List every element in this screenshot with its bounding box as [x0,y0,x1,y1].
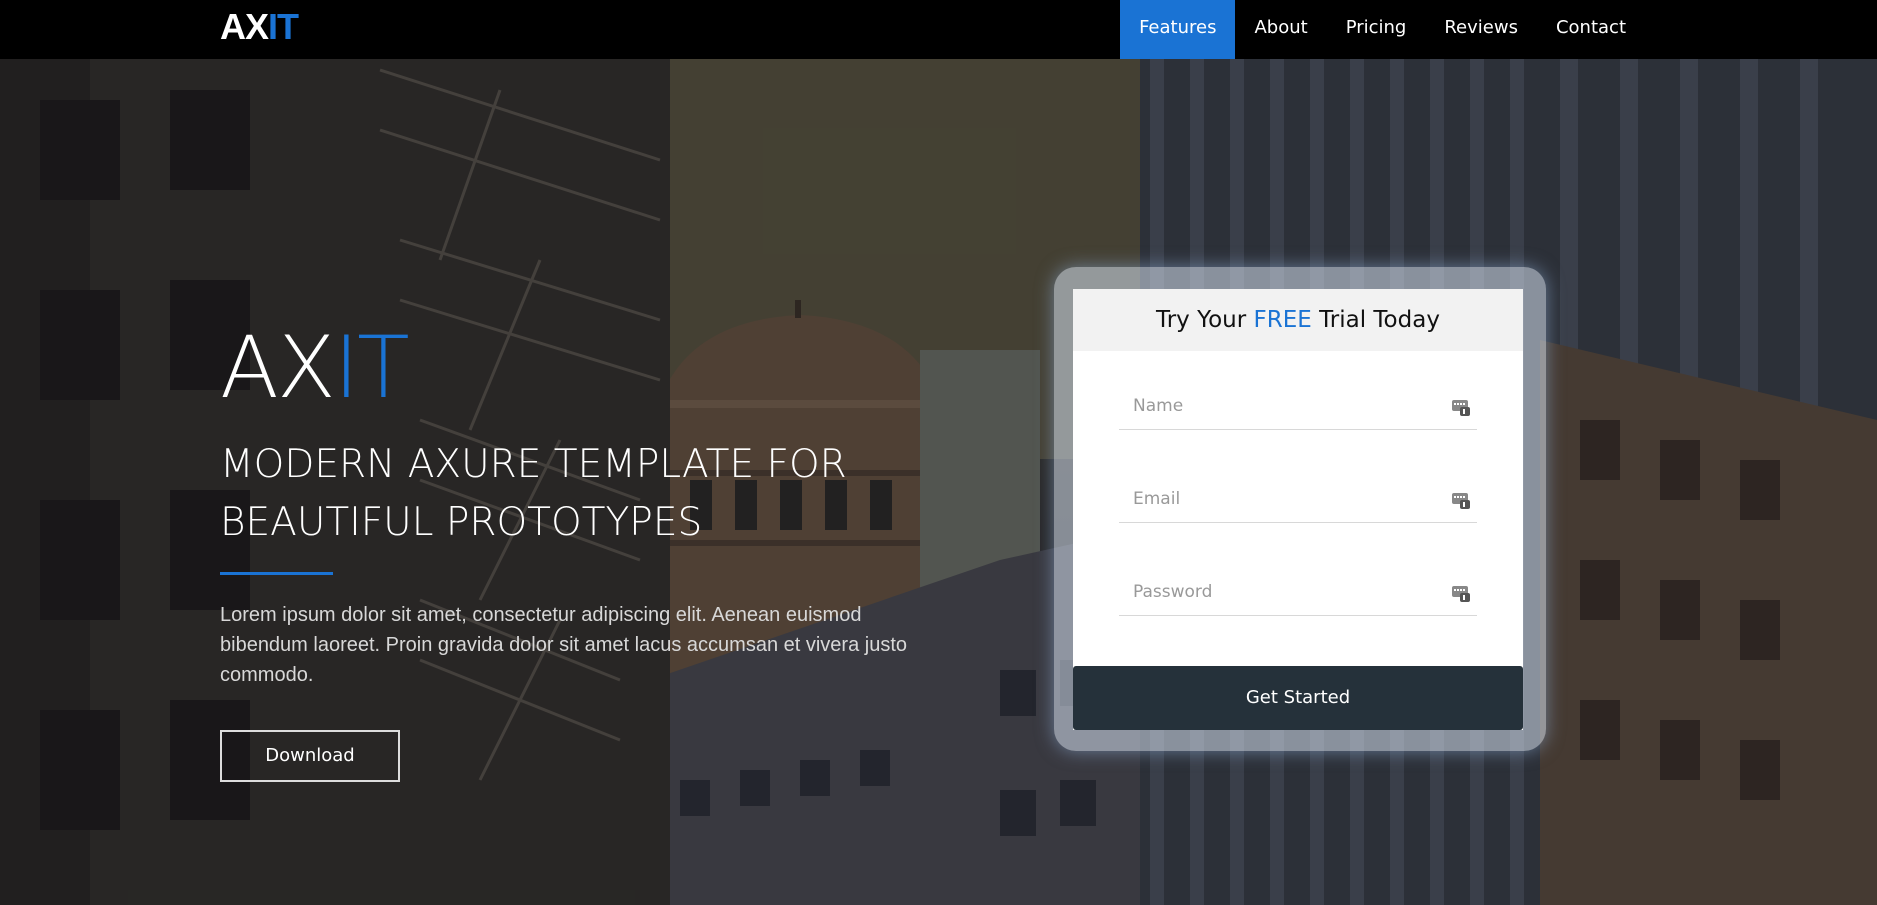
email-input[interactable] [1119,478,1433,520]
hero-title-line-1: MODERN AXURE TEMPLATE FOR [220,442,847,487]
email-field [1119,478,1477,523]
password-input[interactable] [1119,571,1433,613]
nav-item-features[interactable]: Features [1120,0,1236,59]
nav-item-contact[interactable]: Contact [1537,0,1645,59]
trial-form-title-prefix: Try Your [1156,307,1254,333]
brand-logo-accent: IT [268,6,299,47]
name-input[interactable] [1119,385,1433,427]
autofill-key-icon[interactable] [1451,397,1471,417]
hero-description: Lorem ipsum dolor sit amet, consectetur … [220,604,908,686]
nav-item-pricing[interactable]: Pricing [1327,0,1426,59]
autofill-key-icon[interactable] [1451,490,1471,510]
hero-divider [220,572,333,575]
hero-logo-accent: IT [333,318,410,418]
get-started-button[interactable]: Get Started [1073,666,1523,730]
nav-item-reviews[interactable]: Reviews [1425,0,1537,59]
top-navbar: AXIT Features About Pricing Reviews Cont… [0,0,1877,59]
nav-item-about[interactable]: About [1235,0,1326,59]
hero-logo: AXIT [220,318,410,418]
trial-form-card: Try Your FREE Trial Today Get Started [1073,289,1523,730]
autofill-key-icon[interactable] [1451,583,1471,603]
brand-logo[interactable]: AXIT [220,6,299,48]
hero-title-line-2: BEAUTIFUL PROTOTYPES [220,500,703,545]
hero-logo-main: AX [220,318,336,418]
name-field [1119,385,1477,430]
hero-title: MODERN AXURE TEMPLATE FOR BEAUTIFUL PROT… [220,436,920,552]
download-button[interactable]: Download [220,730,400,782]
trial-form-title-highlight: FREE [1253,307,1312,333]
password-field [1119,571,1477,616]
trial-form-title: Try Your FREE Trial Today [1073,289,1523,351]
main-nav: Features About Pricing Reviews Contact [1120,0,1877,59]
brand-logo-main: AX [220,6,269,47]
trial-form-title-suffix: Trial Today [1311,307,1440,333]
